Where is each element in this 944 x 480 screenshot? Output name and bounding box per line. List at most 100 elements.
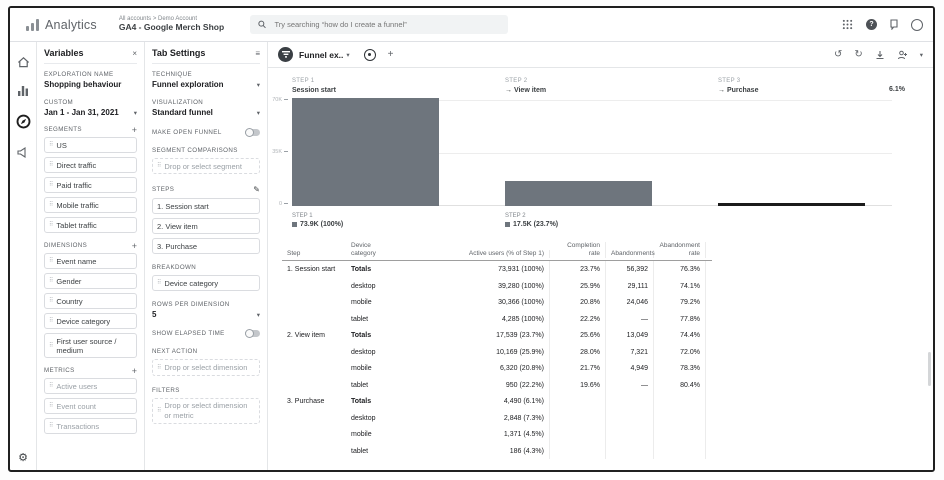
account-switcher[interactable]: All accounts > Demo Account GA4 - Google…	[119, 16, 224, 33]
segment-chip[interactable]: ⠿ Paid traffic	[44, 177, 137, 193]
add-metric-button[interactable]: +	[132, 368, 137, 374]
table-row[interactable]: desktop 2,848 (7.3%)	[282, 410, 712, 427]
table-row[interactable]: mobile 1,371 (4.5%)	[282, 426, 712, 443]
secondary-tab-icon[interactable]	[364, 49, 376, 61]
rows-per-dimension-dropdown[interactable]: 5 ▾	[152, 310, 260, 319]
next-action-drop-target[interactable]: ⠿ Drop or select dimension	[152, 359, 260, 375]
cell-device: Totals	[346, 393, 400, 410]
step-chip[interactable]: 2. View item	[152, 218, 260, 234]
elapsed-time-toggle[interactable]	[245, 330, 260, 337]
metric-chip[interactable]: ⠿ Event count	[44, 398, 137, 414]
cell-users: 2,848 (7.3%)	[400, 410, 550, 427]
legend-swatch	[505, 222, 510, 227]
analytics-logo-icon[interactable]	[26, 19, 39, 31]
app-window: Analytics All accounts > Demo Account GA…	[8, 6, 935, 472]
cell-users: 4,285 (100%)	[400, 311, 550, 328]
step-headers: STEP 1 Session start STEP 2 → View item …	[292, 78, 931, 95]
funnel-table: Step Device category Active users (% of …	[282, 242, 712, 459]
add-dimension-button[interactable]: +	[132, 243, 137, 249]
scrollbar-thumb[interactable]	[928, 352, 931, 386]
advertising-icon[interactable]	[17, 146, 29, 158]
funnel-bar[interactable]	[292, 98, 439, 206]
segments-label: SEGMENTS	[44, 126, 82, 133]
table-row[interactable]: 3. Purchase Totals 4,490 (6.1%)	[282, 393, 712, 410]
topbar-actions: ?	[842, 19, 933, 31]
search-bar[interactable]	[250, 15, 508, 34]
step-chip[interactable]: 3. Purchase	[152, 238, 260, 254]
step-chip[interactable]: 1. Session start	[152, 198, 260, 214]
share-icon[interactable]	[897, 50, 908, 60]
dimension-chip[interactable]: ⠿ Country	[44, 293, 137, 309]
menu-icon[interactable]: ≡	[255, 49, 260, 58]
breakdown-chip[interactable]: ⠿ Device category	[152, 275, 260, 291]
table-row[interactable]: mobile 30,366 (100%) 20.8% 24,046 79.2%	[282, 294, 712, 311]
table-row[interactable]: desktop 39,280 (100%) 25.9% 29,111 74.1%	[282, 278, 712, 295]
table-row[interactable]: tablet 186 (4.3%)	[282, 443, 712, 460]
table-row[interactable]: 2. View item Totals 17,539 (23.7%) 25.6%…	[282, 327, 712, 344]
drag-dots-icon: ⠿	[49, 182, 53, 188]
help-icon[interactable]: ?	[866, 19, 877, 30]
breakdown-label: BREAKDOWN	[152, 264, 260, 271]
home-icon[interactable]	[17, 56, 30, 68]
feedback-icon[interactable]	[890, 19, 898, 30]
table-row[interactable]: mobile 6,320 (20.8%) 21.7% 4,949 78.3%	[282, 360, 712, 377]
chevron-down-icon: ▾	[257, 109, 260, 117]
metric-chip[interactable]: ⠿ Active users	[44, 378, 137, 394]
cell-device: tablet	[346, 377, 400, 394]
funnel-bar[interactable]	[505, 181, 652, 206]
edit-steps-icon[interactable]: ✎	[253, 185, 260, 194]
dimension-chip[interactable]: ⠿ Gender	[44, 273, 137, 289]
tab-caret-icon[interactable]: ▾	[346, 51, 349, 59]
admin-gear-icon[interactable]: ⚙	[10, 451, 36, 464]
reports-icon[interactable]	[17, 85, 29, 97]
chevron-down-icon: ▾	[134, 109, 137, 117]
avatar[interactable]	[911, 19, 923, 31]
dimension-chip[interactable]: ⠿ First user source / medium	[44, 333, 137, 358]
segment-drop-target[interactable]: ⠿ Drop or select segment	[152, 158, 260, 174]
search-input[interactable]	[272, 19, 500, 30]
cell-device: desktop	[346, 278, 400, 295]
add-segment-button[interactable]: +	[132, 127, 137, 133]
technique-dropdown[interactable]: Funnel exploration ▾	[152, 80, 260, 89]
segment-chip[interactable]: ⠿ Direct traffic	[44, 157, 137, 173]
table-row[interactable]: tablet 950 (22.2%) 19.6% — 80.4%	[282, 377, 712, 394]
funnel-tab-icon[interactable]	[278, 47, 293, 62]
metric-chip[interactable]: ⠿ Transactions	[44, 418, 137, 434]
segment-label: Mobile traffic	[56, 201, 98, 210]
segment-chip[interactable]: ⠿ Mobile traffic	[44, 197, 137, 213]
table-header-row: Step Device category Active users (% of …	[282, 242, 712, 261]
segment-chip[interactable]: ⠿ Tablet traffic	[44, 217, 137, 233]
segment-chip[interactable]: ⠿ US	[44, 137, 137, 153]
dimension-label: Country	[56, 297, 82, 306]
redo-icon[interactable]: ↻	[854, 49, 862, 60]
add-tab-button[interactable]: +	[388, 49, 394, 60]
y-axis-tick: 0	[268, 201, 288, 207]
share-caret-icon[interactable]: ▾	[920, 51, 923, 59]
exploration-name-value[interactable]: Shopping behaviour	[44, 80, 137, 89]
table-row[interactable]: 1. Session start Totals 73,931 (100%) 23…	[282, 261, 712, 278]
technique-value: Funnel exploration	[152, 80, 224, 89]
table-row[interactable]: tablet 4,285 (100%) 22.2% — 77.8%	[282, 311, 712, 328]
open-funnel-toggle[interactable]	[245, 129, 260, 136]
dimension-chip[interactable]: ⠿ Device category	[44, 313, 137, 329]
apps-grid-icon[interactable]	[842, 19, 853, 30]
cell-abandonment-rate	[654, 393, 706, 410]
search-icon	[258, 20, 266, 29]
column-header: Step	[282, 250, 346, 258]
close-icon[interactable]: ×	[132, 49, 137, 58]
tab-settings-title: Tab Settings	[152, 48, 205, 58]
dimension-chip[interactable]: ⠿ Event name	[44, 253, 137, 269]
table-row[interactable]: desktop 10,169 (25.9%) 28.0% 7,321 72.0%	[282, 344, 712, 361]
tab-label[interactable]: Funnel ex..	[299, 50, 343, 60]
funnel-bar[interactable]	[718, 203, 865, 206]
legend-swatch	[292, 222, 297, 227]
date-range-picker[interactable]: Jan 1 - Jan 31, 2021 ▾	[44, 108, 137, 117]
explore-icon-active[interactable]	[16, 114, 31, 129]
cell-abandonment-rate	[654, 426, 706, 443]
visualization-dropdown[interactable]: Standard funnel ▾	[152, 108, 260, 117]
download-icon[interactable]	[875, 50, 885, 60]
undo-icon[interactable]: ↺	[834, 49, 842, 60]
cell-abandonment-rate: 77.8%	[654, 311, 706, 328]
cell-completion-rate: 21.7%	[550, 360, 606, 377]
filters-drop-target[interactable]: ⠿ Drop or select dimension or metric	[152, 398, 260, 424]
